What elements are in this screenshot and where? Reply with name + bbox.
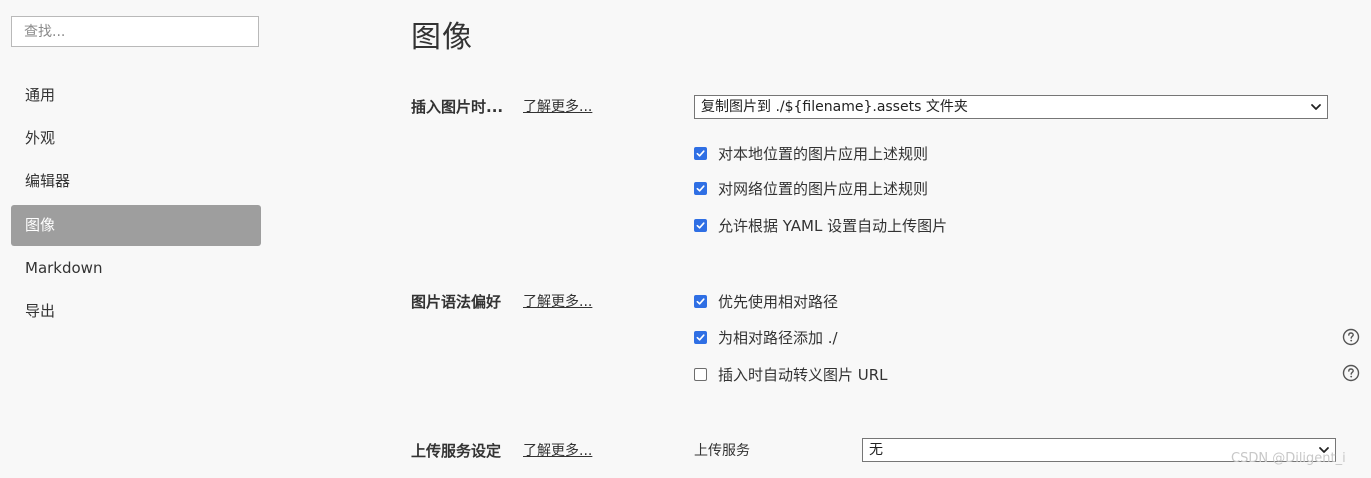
watermark-text: CSDN @Diligent_i [1231,451,1346,466]
checkbox-yaml-upload[interactable] [694,218,707,232]
learn-more-link-upload[interactable]: 了解更多... [523,440,592,460]
sidebar: 通用 外观 编辑器 图像 Markdown 导出 [0,0,280,478]
page-title: 图像 [411,20,473,55]
checkbox-apply-local[interactable] [694,146,707,160]
option-label: 允许根据 YAML 设置自动上传图片 [718,216,948,235]
insert-action-select-value: 复制图片到 ./${filename}.assets 文件夹 [701,99,968,115]
option-label: 对网络位置的图片应用上述规则 [718,179,929,198]
option-label: 插入时自动转义图片 URL [718,365,888,384]
search-input[interactable] [11,16,259,47]
option-label: 优先使用相对路径 [718,292,839,311]
section-label-insert: 插入图片时... [411,98,504,116]
section-label-syntax: 图片语法偏好 [411,293,502,311]
option-yaml-upload[interactable]: 允许根据 YAML 设置自动上传图片 [694,215,947,235]
learn-more-link-syntax[interactable]: 了解更多... [523,291,592,311]
sidebar-item-appearance[interactable]: 外观 [11,118,261,159]
help-icon[interactable] [1342,364,1360,382]
option-add-dot-slash[interactable]: 为相对路径添加 ./ [694,327,838,347]
check-icon [696,221,705,229]
upload-service-label: 上传服务 [694,443,750,459]
insert-action-select[interactable]: 复制图片到 ./${filename}.assets 文件夹 [694,95,1328,119]
preferences-window: 通用 外观 编辑器 图像 Markdown 导出 图像 插入图片时... 了解更… [0,0,1371,478]
sidebar-item-general[interactable]: 通用 [11,75,261,116]
check-icon [696,333,705,341]
option-label: 对本地位置的图片应用上述规则 [718,144,929,163]
learn-more-link-insert[interactable]: 了解更多... [523,96,592,116]
option-apply-network[interactable]: 对网络位置的图片应用上述规则 [694,178,928,198]
checkbox-add-dot-slash[interactable] [694,330,707,344]
check-icon [696,149,705,157]
checkbox-apply-network[interactable] [694,181,707,195]
check-icon [696,297,705,305]
option-apply-local[interactable]: 对本地位置的图片应用上述规则 [694,143,928,163]
help-icon[interactable] [1342,328,1360,346]
checkbox-escape-url[interactable] [694,367,707,381]
chevron-down-icon [1311,104,1321,110]
check-icon [696,184,705,192]
upload-service-select-value: 无 [869,442,883,458]
option-prefer-relative[interactable]: 优先使用相对路径 [694,291,838,311]
section-label-upload: 上传服务设定 [411,442,502,460]
sidebar-item-markdown[interactable]: Markdown [11,248,261,289]
sidebar-item-image[interactable]: 图像 [11,205,261,246]
option-label: 为相对路径添加 ./ [718,328,838,347]
checkbox-prefer-relative[interactable] [694,294,707,308]
sidebar-item-editor[interactable]: 编辑器 [11,161,261,202]
sidebar-item-export[interactable]: 导出 [11,291,261,332]
option-escape-url[interactable]: 插入时自动转义图片 URL [694,364,888,384]
